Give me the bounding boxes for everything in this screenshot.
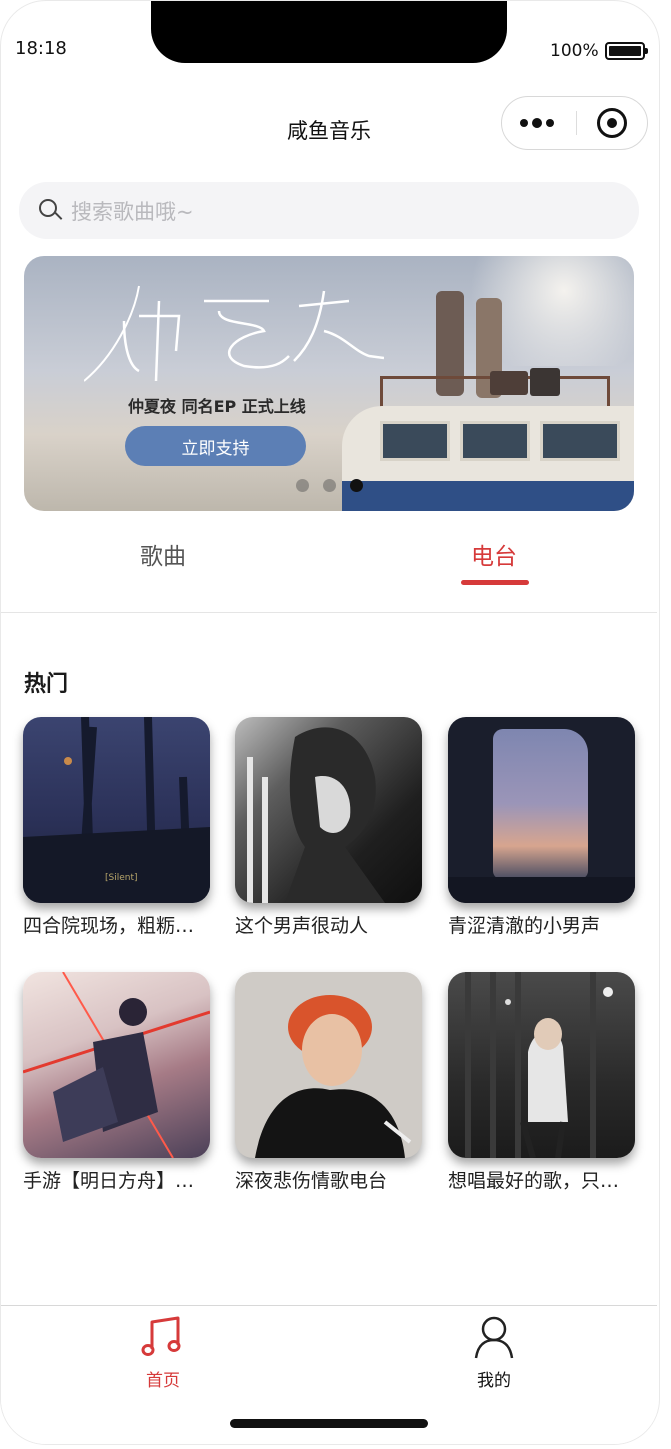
mini-program-capsule <box>501 96 648 150</box>
music-note-icon <box>141 1316 181 1356</box>
capsule-divider <box>576 111 577 135</box>
station-card[interactable]: [Silent] 四合院现场，粗粝的温柔 <box>23 717 210 938</box>
cover-text: [Silent] <box>105 873 138 883</box>
home-indicator <box>230 1419 428 1428</box>
carousel-indicators <box>296 479 363 492</box>
banner-carousel[interactable]: 仲夏夜 同名EP 正式上线 立即支持 <box>24 256 634 511</box>
carousel-dot[interactable] <box>296 479 309 492</box>
station-card[interactable]: 青涩清澈的小男声 <box>448 717 635 938</box>
station-caption: 四合院现场，粗粝的温柔 <box>23 915 210 937</box>
banner-subtitle: 仲夏夜 同名EP 正式上线 <box>128 397 306 416</box>
user-icon <box>474 1316 514 1359</box>
station-cover[interactable] <box>23 972 210 1158</box>
station-caption: 深夜悲伤情歌电台 <box>235 1170 388 1192</box>
station-card[interactable]: 想唱最好的歌，只唱给你听 <box>448 972 635 1193</box>
station-card[interactable]: 手游【明日方舟】原声 <box>23 972 210 1193</box>
station-caption: 想唱最好的歌，只唱给你听 <box>448 1170 635 1192</box>
station-cover[interactable] <box>235 717 422 903</box>
more-icon[interactable] <box>520 118 554 128</box>
banner-calligraphy <box>84 285 384 382</box>
close-target-icon[interactable] <box>597 108 627 138</box>
nav-mine-label: 我的 <box>477 1371 511 1391</box>
tab-bar: 歌曲 电台 <box>1 519 657 613</box>
search-icon <box>39 198 63 223</box>
battery-percent: 100% <box>550 41 599 61</box>
section-title: 热门 <box>24 672 69 697</box>
station-caption: 手游【明日方舟】原声 <box>23 1170 210 1192</box>
battery-icon <box>605 42 648 60</box>
banner-bus <box>320 368 634 511</box>
tab-radio[interactable]: 电台 <box>471 537 517 571</box>
tab-active-indicator <box>461 580 529 585</box>
station-card[interactable]: 这个男声很动人 <box>235 717 422 938</box>
carousel-dot[interactable] <box>323 479 336 492</box>
notch <box>151 1 507 63</box>
station-cover[interactable] <box>448 717 635 903</box>
status-time: 18:18 <box>15 38 67 59</box>
search-bar[interactable]: 搜索歌曲哦~ <box>19 182 639 239</box>
station-cover[interactable]: [Silent] <box>23 717 210 903</box>
station-caption: 这个男声很动人 <box>235 915 369 937</box>
station-caption: 青涩清澈的小男声 <box>448 915 601 937</box>
nav-home-label: 首页 <box>146 1371 180 1391</box>
phone-frame: 18:18 100% 咸鱼音乐 搜索歌曲哦~ 仲夏夜 同名EP 正式上线 立即支… <box>0 0 660 1445</box>
station-cover[interactable] <box>235 972 422 1158</box>
station-card[interactable]: 深夜悲伤情歌电台 <box>235 972 422 1193</box>
support-button[interactable]: 立即支持 <box>125 426 306 466</box>
station-cover[interactable] <box>448 972 635 1158</box>
search-placeholder: 搜索歌曲哦~ <box>71 199 194 224</box>
tab-songs[interactable]: 歌曲 <box>140 537 186 571</box>
carousel-dot-active[interactable] <box>350 479 363 492</box>
